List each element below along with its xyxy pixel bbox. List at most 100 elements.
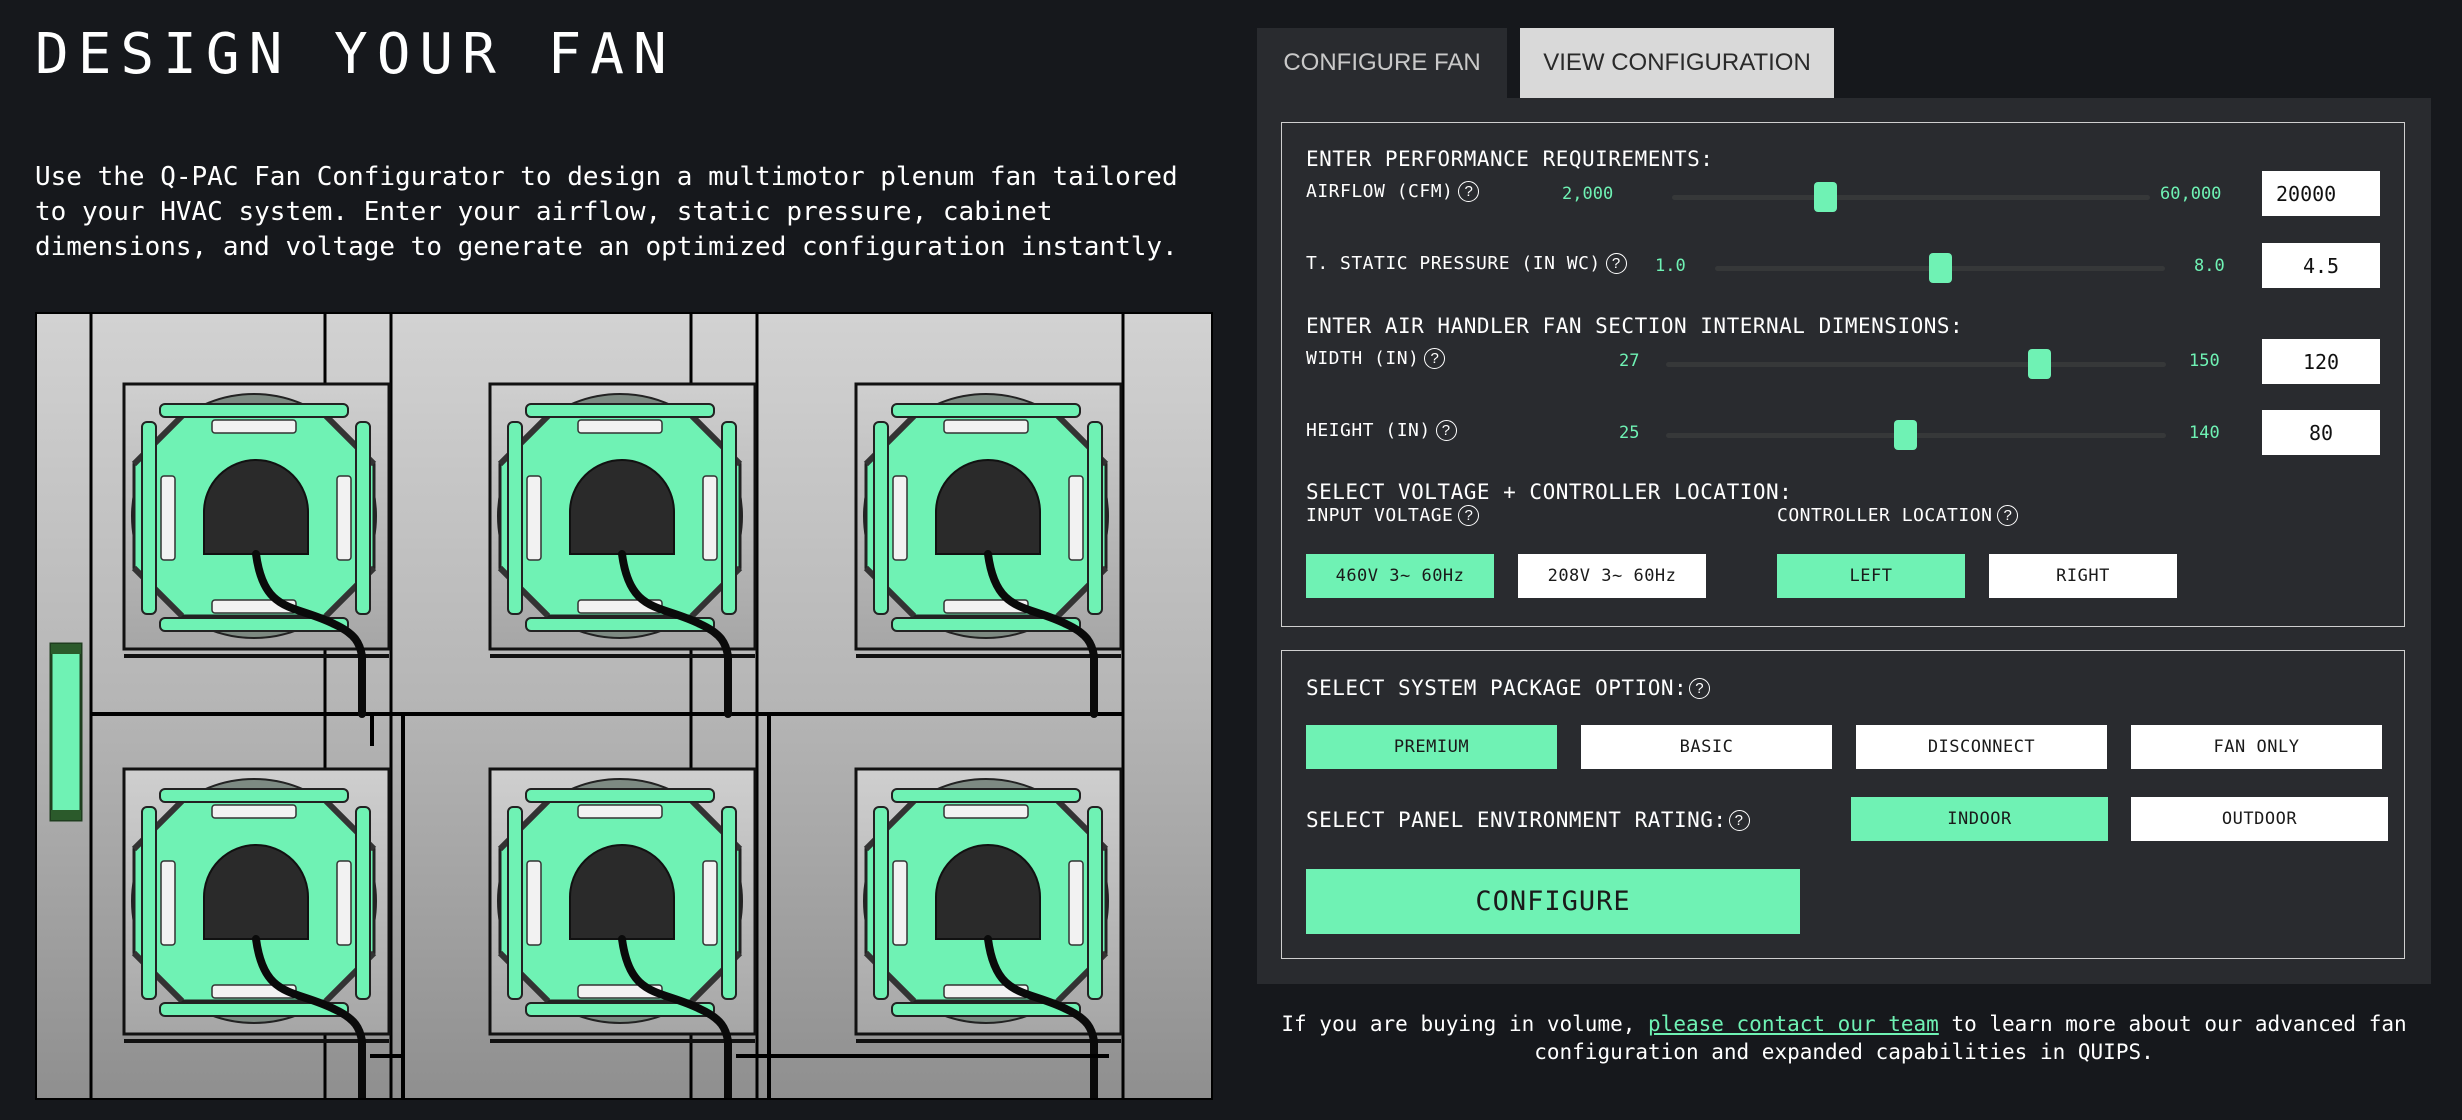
width-help-icon[interactable]: ? (1424, 348, 1446, 369)
fan-rail-right (1087, 806, 1103, 1000)
height-max: 140 (2189, 423, 2220, 443)
airflow-label: AIRFLOW (CFM) (1306, 181, 1454, 202)
fan-unit (488, 382, 757, 718)
mount-pad (160, 475, 176, 561)
intro-text: Use the Q-PAC Fan Configurator to design… (35, 162, 1178, 262)
tab-view-configuration[interactable]: VIEW CONFIGURATION (1520, 28, 1834, 98)
mount-pad (943, 419, 1029, 434)
airflow-input[interactable] (2262, 171, 2380, 216)
fan-rail-right (721, 806, 737, 1000)
fan-array-drawing (49, 314, 1125, 1098)
mount-pad (943, 804, 1029, 819)
fan-rail-left (141, 806, 157, 1000)
fan-rail-left (507, 806, 523, 1000)
controller-box (49, 642, 83, 822)
controller-option-right[interactable]: RIGHT (1989, 554, 2177, 598)
mount-pad (336, 860, 352, 946)
airflow-label-row: AIRFLOW (CFM) ? (1306, 181, 1480, 202)
motor-hub (203, 459, 309, 555)
fan-rail-left (141, 421, 157, 615)
fan-rail-right (721, 421, 737, 615)
fan-rail-top (891, 403, 1081, 418)
mount-pad (1068, 475, 1084, 561)
airflow-min: 2,000 (1562, 184, 1614, 204)
static-pressure-label: T. STATIC PRESSURE (IN WC) (1306, 253, 1601, 274)
controller-cap (51, 810, 81, 820)
package-help-icon[interactable]: ? (1689, 677, 1711, 699)
contact-team-link[interactable]: please contact our team (1648, 1012, 1939, 1036)
performance-heading: ENTER PERFORMANCE REQUIREMENTS: (1306, 147, 1714, 171)
fan-rail-left (873, 421, 889, 615)
static-pressure-max: 8.0 (2194, 256, 2225, 276)
voltage-heading: SELECT VOLTAGE + CONTROLLER LOCATION: (1306, 480, 1793, 504)
voltage-option-460v[interactable]: 460V 3~ 60Hz (1306, 554, 1494, 598)
mount-pad (577, 804, 663, 819)
fan-rail-top (891, 788, 1081, 803)
static-pressure-min: 1.0 (1655, 256, 1686, 276)
fan-rail-top (525, 788, 715, 803)
configure-panel: ENTER PERFORMANCE REQUIREMENTS: AIRFLOW … (1257, 98, 2431, 984)
input-voltage-help-icon[interactable]: ? (1458, 505, 1480, 526)
package-option-disconnect[interactable]: DISCONNECT (1856, 725, 2107, 769)
fan-rail-top (525, 403, 715, 418)
dimensions-heading: ENTER AIR HANDLER FAN SECTION INTERNAL D… (1306, 314, 1964, 338)
controller-location-help-icon[interactable]: ? (1997, 505, 2019, 526)
height-slider[interactable] (1666, 420, 2166, 450)
width-input[interactable] (2262, 339, 2380, 384)
static-pressure-slider[interactable] (1715, 253, 2165, 283)
input-voltage-label-row: INPUT VOLTAGE ? (1306, 505, 1480, 526)
motor-hub (935, 844, 1041, 940)
fan-unit (854, 767, 1123, 1098)
height-label-row: HEIGHT (IN) ? (1306, 420, 1457, 441)
airflow-slider-thumb[interactable] (1813, 182, 1837, 212)
mount-pad (526, 475, 542, 561)
wire-run (736, 1054, 1109, 1058)
airflow-slider[interactable] (1672, 182, 2150, 212)
environment-option-outdoor[interactable]: OUTDOOR (2131, 797, 2388, 841)
mount-pad (526, 860, 542, 946)
fan-unit (488, 767, 757, 1098)
height-input[interactable] (2262, 410, 2380, 455)
static-pressure-input[interactable] (2262, 243, 2380, 288)
height-help-icon[interactable]: ? (1435, 420, 1457, 441)
controller-cap (51, 644, 81, 654)
height-slider-thumb[interactable] (1894, 420, 1917, 450)
fan-rail-right (1087, 421, 1103, 615)
voltage-option-208v[interactable]: 208V 3~ 60Hz (1518, 554, 1706, 598)
page-title: DESIGN YOUR FAN (35, 22, 676, 87)
static-pressure-label-row: T. STATIC PRESSURE (IN WC) ? (1306, 253, 1627, 274)
width-label: WIDTH (IN) (1306, 348, 1420, 369)
controller-location-label: CONTROLLER LOCATION (1777, 505, 1993, 526)
input-voltage-label: INPUT VOLTAGE (1306, 505, 1454, 526)
controller-location-label-row: CONTROLLER LOCATION ? (1777, 505, 2019, 526)
package-option-fan-only[interactable]: FAN ONLY (2131, 725, 2382, 769)
package-option-basic[interactable]: BASIC (1581, 725, 1832, 769)
mount-pad (577, 419, 663, 434)
fan-rail-top (159, 403, 349, 418)
configurator-panel: CONFIGURE FAN VIEW CONFIGURATION ENTER P… (1257, 28, 2431, 1064)
tab-configure-fan[interactable]: CONFIGURE FAN (1257, 28, 1507, 98)
wire-run (370, 1054, 403, 1058)
static-pressure-help-icon[interactable]: ? (1605, 253, 1627, 274)
motor-hub (935, 459, 1041, 555)
fan-rail-left (873, 806, 889, 1000)
package-option-premium[interactable]: PREMIUM (1306, 725, 1557, 769)
mount-pad (211, 419, 297, 434)
width-min: 27 (1619, 351, 1640, 371)
width-slider[interactable] (1666, 349, 2166, 379)
airflow-help-icon[interactable]: ? (1458, 181, 1480, 202)
environment-heading-row: SELECT PANEL ENVIRONMENT RATING: ? (1306, 808, 1750, 832)
fan-unit (122, 767, 391, 1098)
width-slider-thumb[interactable] (2027, 349, 2051, 379)
fan-unit (122, 382, 391, 718)
fan-rail-top (159, 788, 349, 803)
controller-option-left[interactable]: LEFT (1777, 554, 1965, 598)
environment-option-indoor[interactable]: INDOOR (1851, 797, 2108, 841)
environment-heading: SELECT PANEL ENVIRONMENT RATING: (1306, 808, 1727, 832)
volume-contact-note: If you are buying in volume, please cont… (1257, 1010, 2431, 1066)
configure-button[interactable]: CONFIGURE (1306, 869, 1800, 934)
static-pressure-slider-thumb[interactable] (1929, 253, 1952, 283)
package-box: SELECT SYSTEM PACKAGE OPTION: ? PREMIUM … (1281, 650, 2405, 959)
environment-help-icon[interactable]: ? (1728, 809, 1750, 831)
mount-pad (160, 860, 176, 946)
